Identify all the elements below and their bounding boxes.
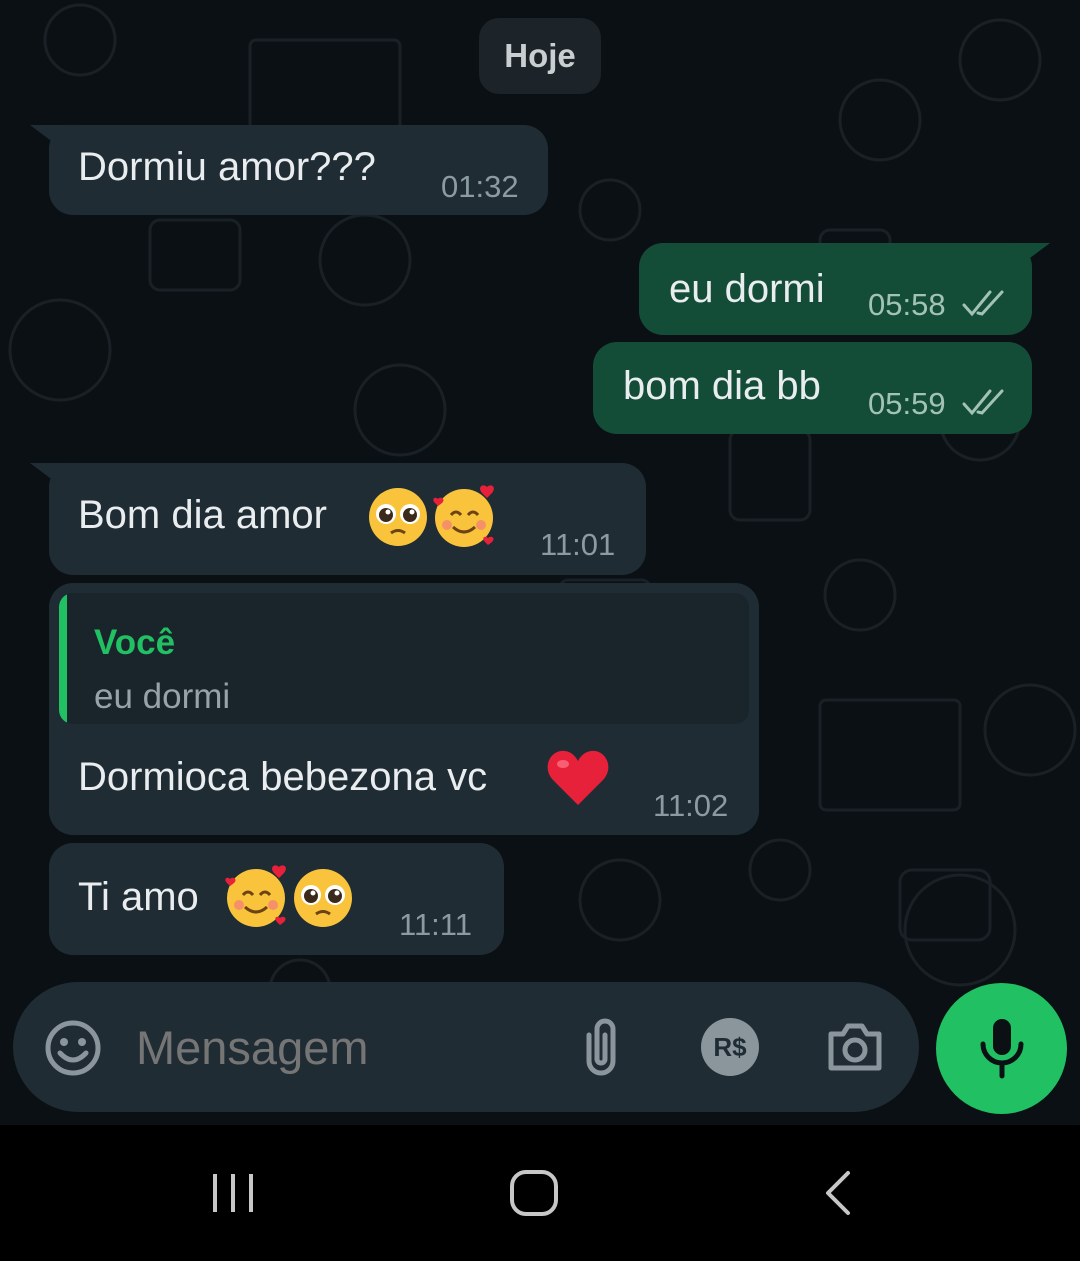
read-double-check-icon xyxy=(962,290,1004,317)
message-input[interactable] xyxy=(136,1017,536,1077)
pleading-face-emoji xyxy=(294,869,352,927)
message-text: Dormioca bebezona vc xyxy=(78,755,488,799)
message-bubble-incoming[interactable]: Ti amo 11:11 xyxy=(49,843,504,955)
quoted-message[interactable]: Você eu dormi xyxy=(59,593,749,724)
quoted-text: eu dormi xyxy=(94,677,231,716)
pleading-face-emoji xyxy=(369,488,427,546)
message-text: eu dormi xyxy=(669,267,825,311)
message-bubble-incoming[interactable]: Dormiu amor??? 01:32 xyxy=(49,125,548,215)
quoted-author: Você xyxy=(94,623,176,662)
message-time: 01:32 xyxy=(441,169,519,204)
message-bubble-incoming[interactable]: Bom dia amor 11:01 xyxy=(49,463,646,575)
red-heart-emoji xyxy=(547,750,609,805)
emoji-icon[interactable] xyxy=(44,1019,102,1077)
message-time: 05:58 xyxy=(868,287,946,322)
chat-background: Hoje Dormiu amor??? 01:32 eu dormi 05:58… xyxy=(0,0,1080,1125)
message-text: Ti amo xyxy=(78,875,199,919)
message-time: 05:59 xyxy=(868,386,946,421)
read-double-check-icon xyxy=(962,389,1004,416)
quote-accent-bar xyxy=(59,593,67,724)
message-time: 11:02 xyxy=(653,788,729,823)
mic-icon xyxy=(980,1019,1024,1079)
message-bubble-outgoing[interactable]: bom dia bb 05:59 xyxy=(593,342,1032,434)
message-time: 11:11 xyxy=(399,907,472,942)
smiling-face-with-hearts-emoji xyxy=(225,865,286,927)
recent-apps-icon[interactable] xyxy=(208,1170,258,1216)
system-navigation-bar xyxy=(0,1125,1080,1261)
camera-icon[interactable] xyxy=(825,1020,885,1074)
home-icon[interactable] xyxy=(509,1169,559,1217)
payment-icon-label: R$ xyxy=(713,1031,747,1062)
message-text: Bom dia amor xyxy=(78,493,327,537)
message-bubble-outgoing[interactable]: eu dormi 05:58 xyxy=(639,243,1032,335)
message-composer: R$ xyxy=(13,982,919,1112)
payment-icon[interactable]: R$ xyxy=(701,1018,759,1076)
date-separator-label: Hoje xyxy=(504,37,576,74)
message-bubble-incoming-reply[interactable]: Você eu dormi Dormioca bebezona vc 11:02 xyxy=(49,583,759,835)
attach-icon[interactable] xyxy=(579,1015,623,1079)
mic-button[interactable] xyxy=(936,983,1067,1114)
message-text: bom dia bb xyxy=(623,364,821,408)
message-text: Dormiu amor??? xyxy=(78,145,376,189)
date-separator: Hoje xyxy=(479,18,601,94)
back-icon[interactable] xyxy=(820,1169,856,1217)
smiling-face-with-hearts-emoji xyxy=(433,485,494,547)
message-time: 11:01 xyxy=(540,527,616,562)
